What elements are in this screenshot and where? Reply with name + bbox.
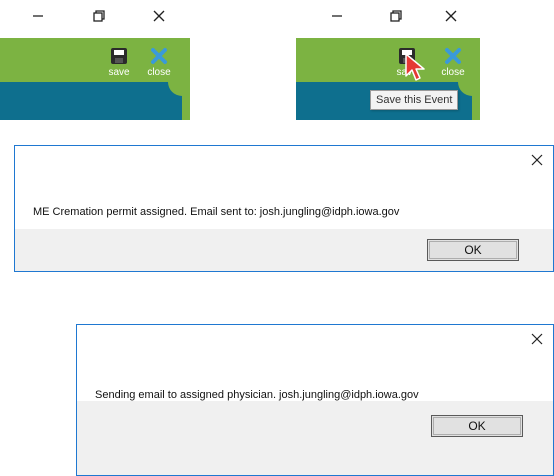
close-x-icon: [151, 48, 167, 64]
close-x-icon: [445, 48, 461, 64]
dialog-message: Sending email to assigned physician. jos…: [95, 389, 419, 401]
restore-icon: [93, 10, 105, 22]
minimize-button[interactable]: [25, 4, 51, 28]
close-window-icon: [153, 10, 165, 22]
permit-assigned-dialog: ME Cremation permit assigned. Email sent…: [14, 145, 554, 272]
close-window-button[interactable]: [146, 4, 172, 28]
restore-button[interactable]: [383, 4, 409, 28]
save-button[interactable]: save: [102, 42, 136, 82]
close-button[interactable]: close: [436, 42, 470, 82]
minimize-icon: [33, 15, 43, 17]
minimize-icon: [332, 15, 342, 17]
ok-button[interactable]: OK: [427, 239, 519, 261]
sending-email-dialog: Sending email to assigned physician. jos…: [76, 324, 554, 476]
close-label: close: [441, 67, 465, 78]
dialog-close-icon[interactable]: [529, 331, 545, 347]
dialog-close-icon[interactable]: [529, 152, 545, 168]
dialog-footer: OK: [15, 229, 553, 271]
toolbar-panel-before: save close: [0, 0, 190, 120]
header-corner: [458, 82, 472, 96]
restore-icon: [390, 10, 402, 22]
save-label: save: [108, 67, 130, 78]
close-label: close: [147, 67, 171, 78]
close-button[interactable]: close: [142, 42, 176, 82]
header-corner: [168, 82, 182, 96]
close-window-icon: [445, 10, 457, 22]
ok-button[interactable]: OK: [431, 415, 523, 437]
save-tooltip: Save this Event: [370, 90, 459, 110]
window-controls: [296, 0, 480, 30]
toolbar-panel-after: save close Save this Event: [296, 0, 480, 120]
close-window-button[interactable]: [438, 4, 464, 28]
mouse-cursor-icon: [405, 53, 425, 81]
restore-button[interactable]: [86, 4, 112, 28]
dialog-message: ME Cremation permit assigned. Email sent…: [33, 206, 400, 218]
dialog-footer: OK: [77, 401, 553, 475]
window-controls: [0, 0, 190, 30]
header-band: [0, 82, 182, 120]
minimize-button[interactable]: [324, 4, 350, 28]
save-icon: [111, 48, 127, 64]
